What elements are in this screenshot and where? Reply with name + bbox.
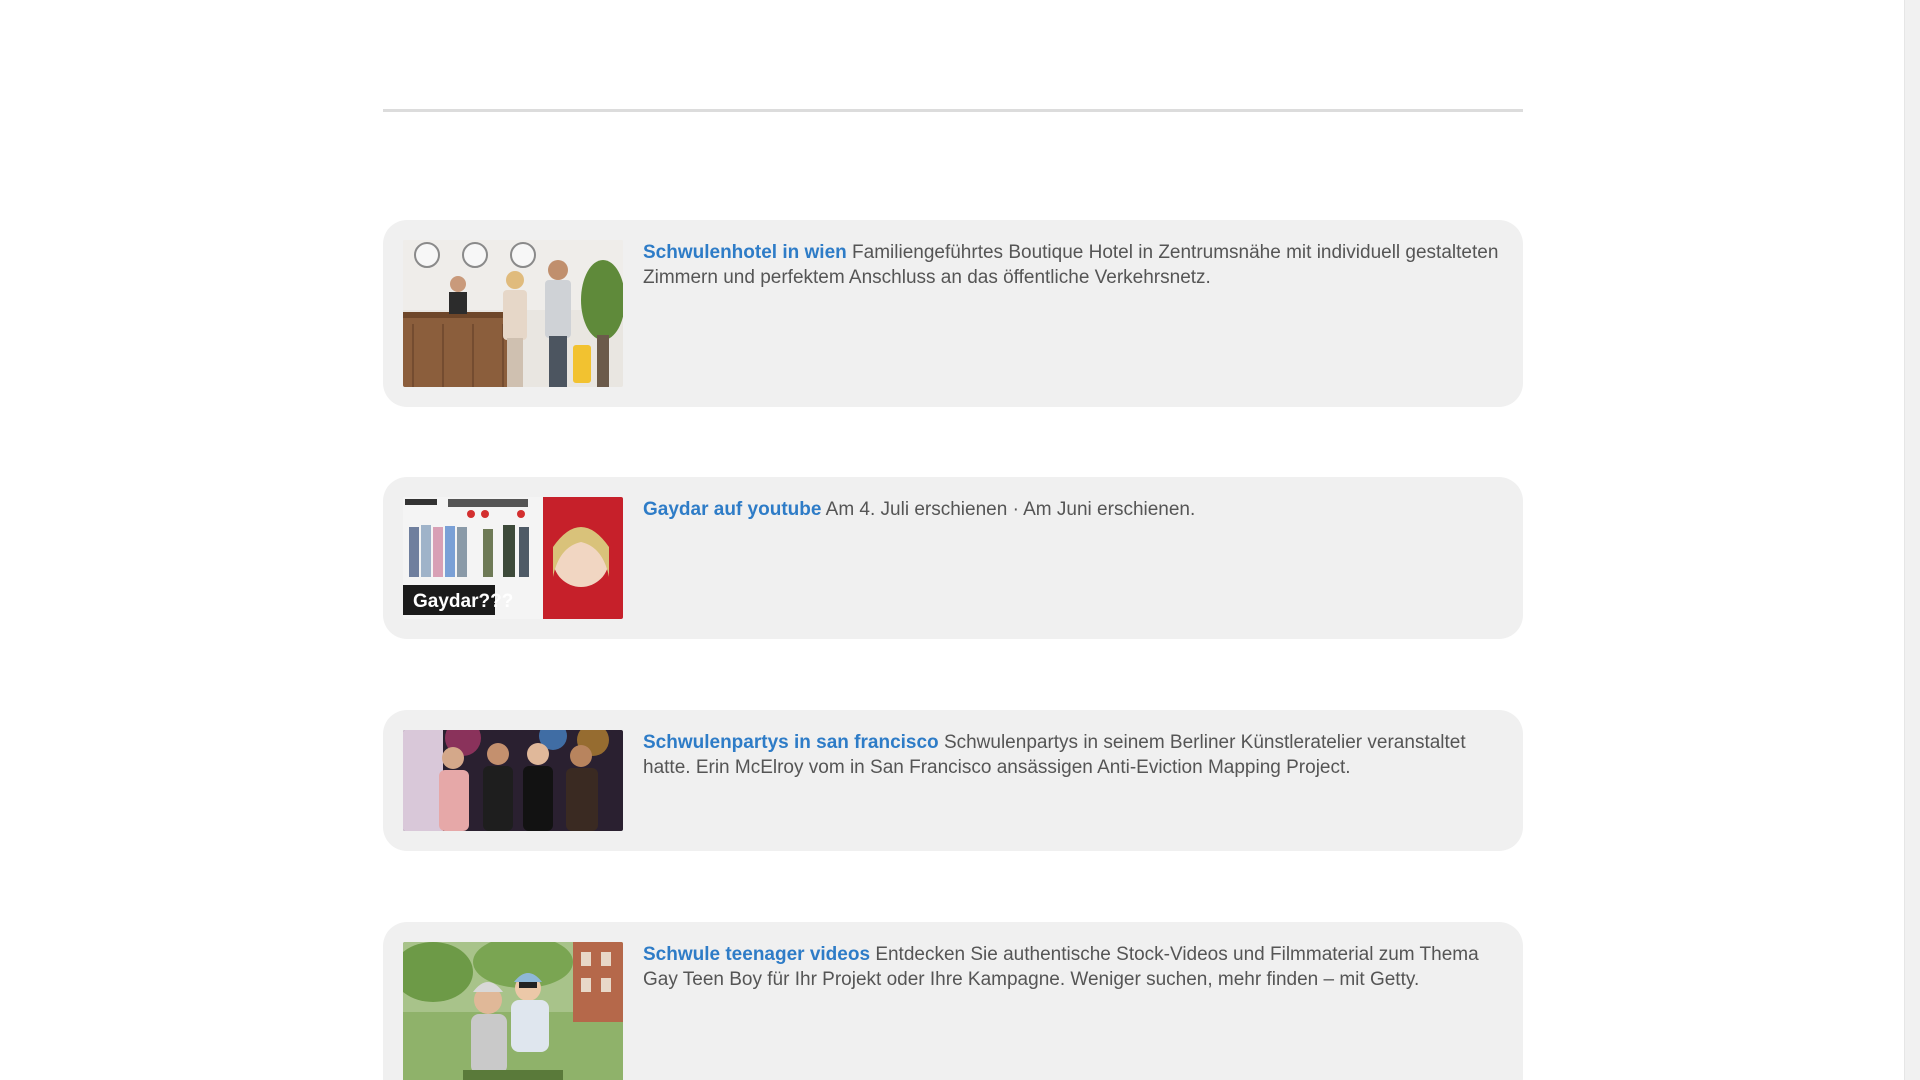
result-text: Schwulenpartys in san francisco Schwulen…	[643, 730, 1503, 780]
hotel-reception-image	[403, 240, 623, 387]
result-thumbnail-park-couple[interactable]	[403, 942, 623, 1080]
result-text: Schwule teenager videos Entdecken Sie au…	[643, 942, 1503, 992]
result-card: Gaydar??? Gaydar auf youtube Am 4. Juli …	[383, 477, 1523, 639]
result-title-link[interactable]: Schwule teenager videos	[643, 944, 870, 965]
result-thumbnail-hotel-reception[interactable]	[403, 240, 623, 387]
result-text: Schwulenhotel in wien Familiengeführtes …	[643, 240, 1503, 290]
result-title-link[interactable]: Gaydar auf youtube	[643, 499, 821, 520]
result-title-link[interactable]: Schwulenhotel in wien	[643, 242, 847, 263]
party-group-image	[403, 730, 623, 831]
result-snippet: Am 4. Juli erschienen · Am Juni erschien…	[825, 499, 1196, 520]
result-card: Schwulenhotel in wien Familiengeführtes …	[383, 220, 1523, 407]
result-text: Gaydar auf youtube Am 4. Juli erschienen…	[643, 497, 1195, 522]
result-card: Schwule teenager videos Entdecken Sie au…	[383, 922, 1523, 1080]
header-divider	[383, 109, 1523, 112]
gaydar-video-image: Gaydar???	[403, 497, 623, 619]
park-couple-image	[403, 942, 623, 1080]
thumbnail-caption: Gaydar???	[413, 591, 513, 612]
result-thumbnail-gaydar-video[interactable]: Gaydar???	[403, 497, 623, 619]
result-thumbnail-party-group[interactable]	[403, 730, 623, 831]
result-title-link[interactable]: Schwulenpartys in san francisco	[643, 732, 939, 753]
page: Schwulenhotel in wien Familiengeführtes …	[0, 0, 1905, 1080]
vertical-scrollbar[interactable]	[1904, 0, 1920, 1080]
result-card: Schwulenpartys in san francisco Schwulen…	[383, 710, 1523, 851]
